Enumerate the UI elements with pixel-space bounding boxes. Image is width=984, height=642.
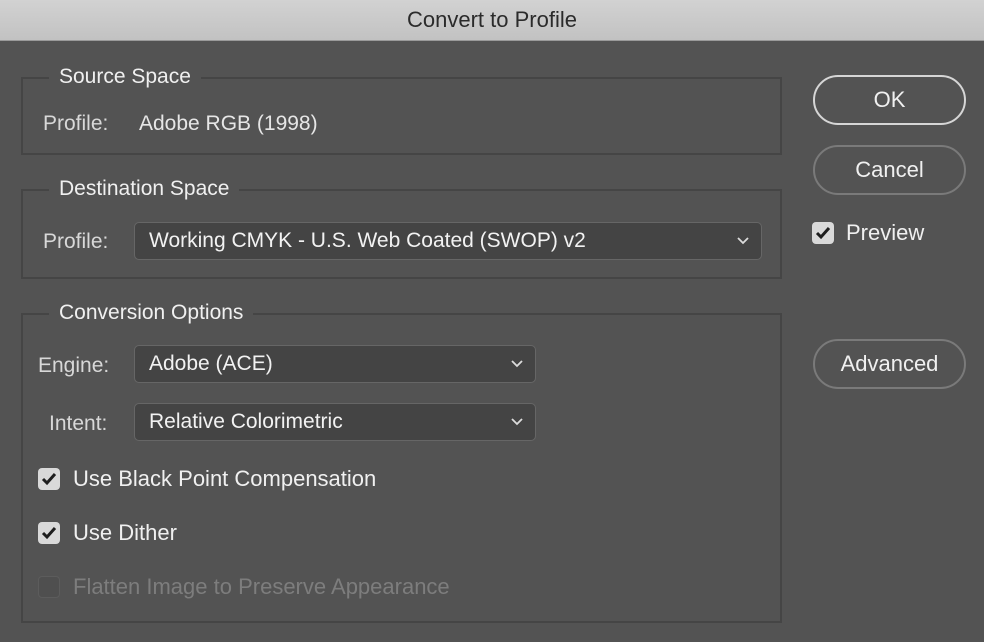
use-dither-label[interactable]: Use Dither bbox=[73, 520, 177, 546]
checkmark-icon bbox=[815, 227, 831, 240]
window-title: Convert to Profile bbox=[407, 7, 577, 32]
engine-select[interactable]: Adobe (ACE) bbox=[134, 345, 536, 383]
engine-value: Adobe (ACE) bbox=[149, 352, 273, 375]
intent-label: Intent: bbox=[49, 412, 108, 435]
source-space-group: Source Space Profile: Adobe RGB (1998) bbox=[21, 63, 782, 155]
checkmark-icon bbox=[41, 527, 57, 540]
flatten-image-label: Flatten Image to Preserve Appearance bbox=[73, 574, 450, 599]
use-dither-checkbox[interactable] bbox=[38, 522, 60, 544]
chevron-down-icon bbox=[737, 237, 749, 245]
flatten-image-checkbox bbox=[38, 576, 60, 598]
source-space-legend: Source Space bbox=[49, 63, 201, 91]
cancel-button[interactable]: Cancel bbox=[813, 145, 966, 195]
preview-label[interactable]: Preview bbox=[846, 220, 924, 246]
engine-label: Engine: bbox=[38, 354, 110, 377]
source-profile-value: Adobe RGB (1998) bbox=[139, 112, 318, 135]
intent-select[interactable]: Relative Colorimetric bbox=[134, 403, 536, 441]
destination-space-group: Destination Space Profile: Working CMYK … bbox=[21, 175, 782, 279]
destination-profile-value: Working CMYK - U.S. Web Coated (SWOP) v2 bbox=[149, 229, 586, 252]
black-point-compensation-label[interactable]: Use Black Point Compensation bbox=[73, 466, 376, 492]
conversion-options-group: Conversion Options Engine: Adobe (ACE) I… bbox=[21, 299, 782, 623]
black-point-compensation-checkbox[interactable] bbox=[38, 468, 60, 490]
preview-checkbox[interactable] bbox=[812, 222, 834, 244]
intent-value: Relative Colorimetric bbox=[149, 410, 343, 433]
conversion-options-legend: Conversion Options bbox=[49, 299, 254, 327]
destination-profile-select[interactable]: Working CMYK - U.S. Web Coated (SWOP) v2 bbox=[134, 222, 762, 260]
chevron-down-icon bbox=[511, 418, 523, 426]
destination-space-legend: Destination Space bbox=[49, 175, 240, 203]
advanced-button[interactable]: Advanced bbox=[813, 339, 966, 389]
chevron-down-icon bbox=[511, 360, 523, 368]
source-profile-label: Profile: bbox=[43, 112, 109, 135]
title-bar: Convert to Profile bbox=[0, 0, 984, 41]
destination-profile-label: Profile: bbox=[43, 230, 109, 253]
ok-button[interactable]: OK bbox=[813, 75, 966, 125]
checkmark-icon bbox=[41, 473, 57, 486]
